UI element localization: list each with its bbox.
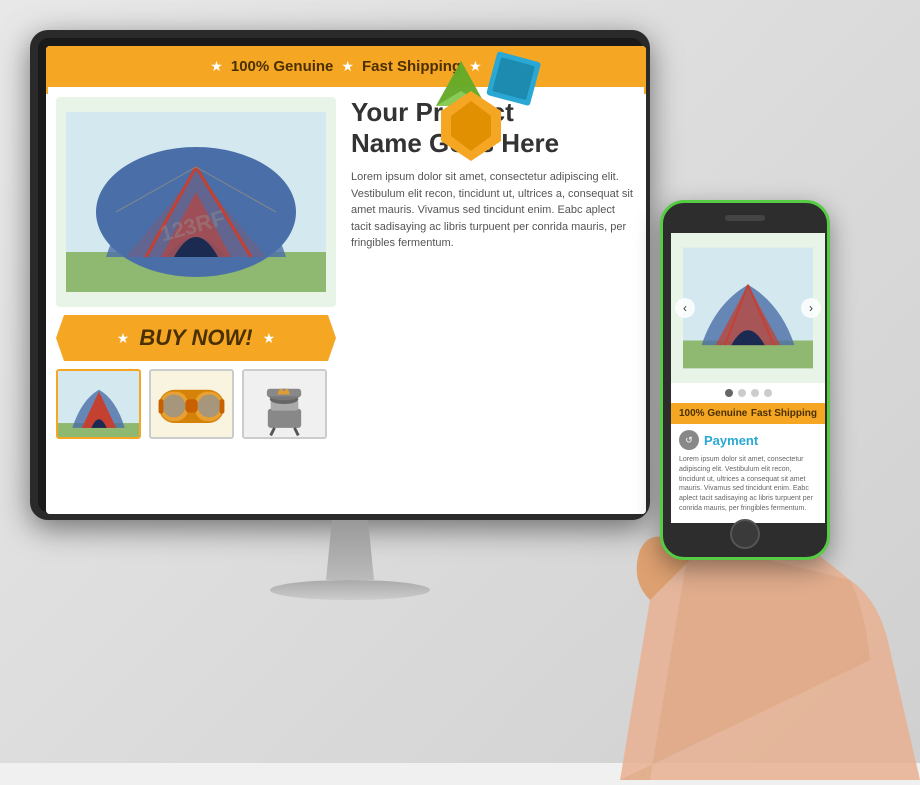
tent-image: 123RF xyxy=(66,107,326,297)
buy-star-left: ★ xyxy=(117,330,130,347)
buy-now-banner[interactable]: ★ BUY NOW! ★ xyxy=(56,315,336,361)
monitor-body: ★ 100% Genuine ★ Fast Shipping ★ xyxy=(30,30,650,520)
monitor-screen: ★ 100% Genuine ★ Fast Shipping ★ xyxy=(46,46,646,514)
buy-now-label: BUY NOW! xyxy=(139,325,252,351)
dot-4 xyxy=(764,389,772,397)
thumbnail-1[interactable] xyxy=(56,369,141,439)
payment-icon-symbol: ↺ xyxy=(685,435,693,446)
phone-screen: ‹ › 100% Genuine Fast Shipping xyxy=(671,233,825,523)
phone-nav-right-button[interactable]: › xyxy=(801,298,821,318)
monitor-neck xyxy=(320,520,380,580)
phone-payment-section: ↺ Payment Lorem ipsum dolor sit amet, co… xyxy=(671,424,825,520)
stove-thumb-image xyxy=(244,369,325,439)
dot-2 xyxy=(738,389,746,397)
payment-icon: ↺ xyxy=(679,430,699,450)
product-main-image: 123RF xyxy=(56,97,336,307)
thumbnail-row xyxy=(56,369,336,439)
orange-shape-icon xyxy=(441,91,501,161)
decorative-shapes xyxy=(486,46,646,166)
product-left-column: 123RF ★ BUY NOW! ★ xyxy=(56,97,336,439)
phone: ‹ › 100% Genuine Fast Shipping xyxy=(640,200,840,600)
goggles-thumb-image xyxy=(151,369,232,439)
payment-title: Payment xyxy=(704,433,758,448)
monitor-stand xyxy=(270,520,430,600)
dot-3 xyxy=(751,389,759,397)
phone-body: ‹ › 100% Genuine Fast Shipping xyxy=(660,200,830,560)
phone-speaker xyxy=(725,215,765,221)
star-icon-1: ★ xyxy=(210,58,223,75)
phone-nav-left-button[interactable]: ‹ xyxy=(675,298,695,318)
dot-1 xyxy=(725,389,733,397)
payment-description: Lorem ipsum dolor sit amet, consectetur … xyxy=(679,455,817,514)
phone-tent-image xyxy=(683,243,813,373)
phone-carousel-dots xyxy=(671,383,825,403)
phone-product-image-area: ‹ › xyxy=(671,233,825,383)
phone-banner: 100% Genuine Fast Shipping xyxy=(671,403,825,424)
genuine-label: 100% Genuine xyxy=(231,58,334,75)
star-icon-2: ★ xyxy=(341,58,354,75)
tent-thumb-image xyxy=(58,369,139,439)
payment-header: ↺ Payment xyxy=(679,430,817,450)
phone-genuine-label: 100% Genuine xyxy=(679,408,747,419)
buy-star-right: ★ xyxy=(263,330,276,347)
monitor-base xyxy=(270,580,430,600)
thumbnail-2[interactable] xyxy=(149,369,234,439)
thumbnail-3[interactable] xyxy=(242,369,327,439)
screen-content: ★ 100% Genuine ★ Fast Shipping ★ xyxy=(46,46,646,514)
product-description: Lorem ipsum dolor sit amet, consectetur … xyxy=(351,169,636,252)
phone-screen-inner: ‹ › 100% Genuine Fast Shipping xyxy=(671,233,825,523)
phone-shipping-label: Fast Shipping xyxy=(751,408,817,419)
phone-home-button[interactable] xyxy=(730,519,760,549)
